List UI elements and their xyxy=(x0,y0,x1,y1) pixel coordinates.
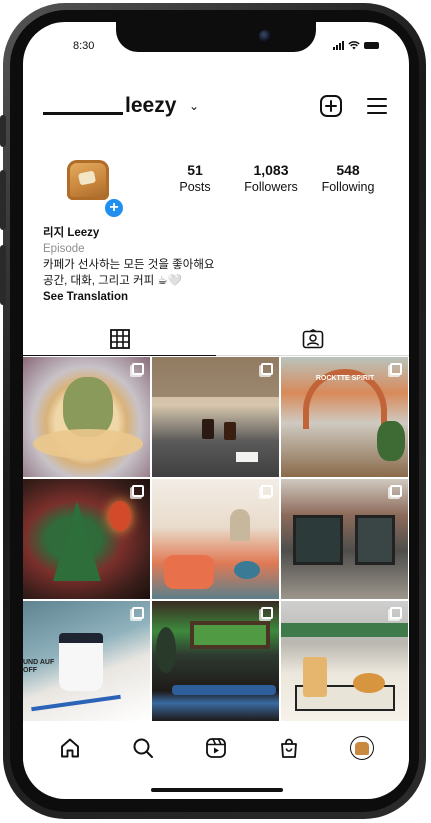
phone-screen: 8:30 leezy ⌄ + 51 Posts 1,083 Followers … xyxy=(23,22,409,799)
home-indicator xyxy=(151,788,283,792)
coffee-cup-shape xyxy=(59,633,103,691)
post-thumbnail[interactable] xyxy=(152,357,279,477)
posts-label: Posts xyxy=(179,180,211,194)
followers-label: Followers xyxy=(244,180,298,194)
following-count: 548 xyxy=(336,162,360,178)
heart-neon-shape xyxy=(109,501,131,531)
post-thumbnail[interactable]: UND AUF OFF xyxy=(23,601,150,721)
multi-photo-icon xyxy=(261,485,273,497)
drink-shape xyxy=(202,419,214,439)
post-thumbnail[interactable] xyxy=(281,601,408,721)
multi-photo-icon xyxy=(390,607,402,619)
posts-count: 51 xyxy=(187,162,203,178)
front-camera xyxy=(259,30,271,42)
multi-photo-icon xyxy=(132,607,144,619)
wifi-icon xyxy=(348,41,360,50)
post-thumbnail[interactable] xyxy=(281,479,408,599)
status-icons xyxy=(333,41,379,50)
mirror-shape xyxy=(230,509,250,541)
pen-shape xyxy=(31,694,121,712)
volume-down-button xyxy=(0,245,6,305)
nav-reels[interactable] xyxy=(199,731,233,765)
multi-photo-icon xyxy=(132,363,144,375)
status-time: 8:30 xyxy=(73,40,95,52)
nav-shop[interactable] xyxy=(272,731,306,765)
dessert-shape xyxy=(63,377,113,437)
notch xyxy=(116,22,316,52)
see-translation-link[interactable]: See Translation xyxy=(43,289,383,305)
posts-stat[interactable]: 51 Posts xyxy=(173,162,217,194)
nav-home[interactable] xyxy=(53,731,87,765)
followers-count: 1,083 xyxy=(253,162,289,178)
christmas-tree-shape xyxy=(53,501,101,581)
nav-search[interactable] xyxy=(126,731,160,765)
post-thumbnail[interactable] xyxy=(23,479,150,599)
post-thumbnail[interactable]: ROCKTTE SPIRIT xyxy=(281,357,408,477)
bench-cushion-shape xyxy=(172,685,276,695)
bottom-nav xyxy=(23,722,409,774)
active-tab-indicator xyxy=(23,354,216,356)
profile-category: Episode xyxy=(43,243,85,255)
plant-shape xyxy=(377,421,405,461)
reels-icon xyxy=(206,738,226,758)
window-shape xyxy=(293,515,343,565)
crumble-shape xyxy=(33,429,143,459)
profile-header: leezy ⌄ xyxy=(43,94,389,124)
plant-shade xyxy=(152,357,279,397)
tagged-icon xyxy=(302,329,323,349)
post-thumbnail[interactable] xyxy=(23,357,150,477)
volume-up-button xyxy=(0,170,6,230)
multi-photo-icon xyxy=(132,485,144,497)
profile-tabs xyxy=(23,322,409,356)
new-post-icon[interactable] xyxy=(319,94,343,118)
post-grid: ROCKTTE SPIRIT UND AUF OFF xyxy=(23,357,409,721)
drink-shape xyxy=(224,422,236,440)
profile-bio: 리지 Leezy Episode 카페가 선사하는 모든 것을 좋아해요 공간,… xyxy=(43,225,383,305)
chevron-down-icon[interactable]: ⌄ xyxy=(189,99,199,113)
add-story-badge[interactable]: + xyxy=(103,197,125,219)
mute-switch xyxy=(0,115,6,147)
blue-stool-shape xyxy=(234,561,260,579)
post-thumbnail[interactable] xyxy=(152,601,279,721)
iced-coffee-shape xyxy=(303,657,327,697)
croissant-shape xyxy=(353,673,385,693)
multi-photo-icon xyxy=(390,485,402,497)
display-name: 리지 Leezy xyxy=(43,227,100,239)
toast-avatar-image xyxy=(67,160,109,200)
plant-shape xyxy=(156,627,176,673)
tab-tagged[interactable] xyxy=(216,322,409,356)
orange-sofa-shape xyxy=(164,555,214,589)
shop-icon xyxy=(281,738,298,758)
multi-photo-icon xyxy=(261,607,273,619)
bio-line-2: 공간, 대화, 그리고 커피 ☕🤍 xyxy=(43,275,183,287)
nav-profile[interactable] xyxy=(345,731,379,765)
grid-icon xyxy=(109,329,130,349)
following-stat[interactable]: 548 Following xyxy=(316,162,380,194)
tab-posts-grid[interactable] xyxy=(23,322,216,356)
search-icon xyxy=(133,738,153,758)
menu-icon[interactable] xyxy=(365,94,389,118)
green-window-shape xyxy=(190,621,270,649)
username-underline xyxy=(43,112,123,115)
bio-line-1: 카페가 선사하는 모든 것을 좋아해요 xyxy=(43,259,215,271)
door-shape xyxy=(355,515,395,565)
username[interactable]: leezy xyxy=(125,94,176,118)
profile-avatar-small xyxy=(350,736,375,760)
multi-photo-icon xyxy=(390,363,402,375)
signal-icon xyxy=(333,41,344,50)
followers-stat[interactable]: 1,083 Followers xyxy=(238,162,304,194)
home-icon xyxy=(60,738,79,758)
cup-sleeve-text: UND AUF OFF xyxy=(23,659,55,674)
battery-icon xyxy=(364,42,379,49)
post-thumbnail[interactable] xyxy=(152,479,279,599)
multi-photo-icon xyxy=(261,363,273,375)
storefront-sign-text: ROCKTTE SPIRIT xyxy=(315,375,375,382)
following-label: Following xyxy=(321,180,375,194)
store-sign-shape xyxy=(281,623,408,637)
card-shape xyxy=(236,452,258,462)
